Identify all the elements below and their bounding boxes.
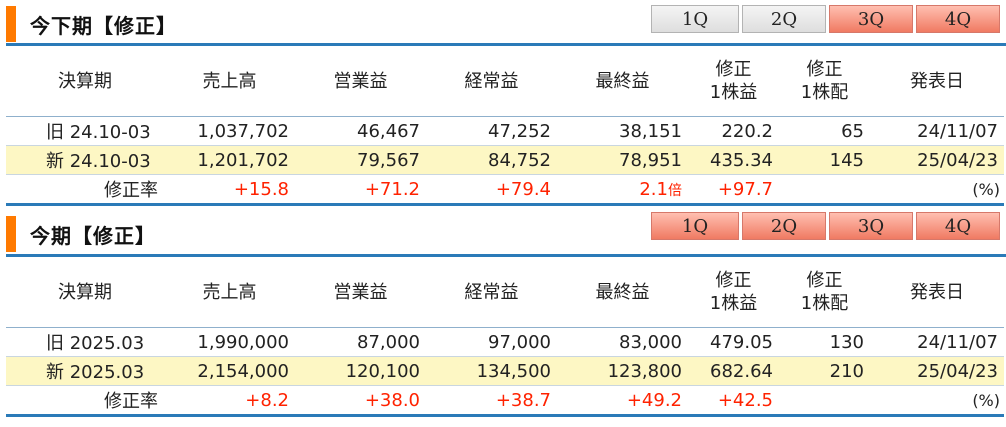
rate-net-profit: +49.2	[557, 385, 688, 417]
tab-1q[interactable]: 1Q	[651, 5, 739, 33]
rate-net-value: 2.1	[639, 178, 668, 200]
col-header-date: 発表日	[910, 70, 964, 92]
col-header-eps: 修正 1株益	[709, 59, 758, 103]
rate-sales: +8.2	[164, 385, 295, 417]
col-header-period: 決算期	[58, 70, 112, 92]
rate-ordinary-profit: +38.7	[426, 385, 557, 417]
rate-dividend-empty	[779, 174, 870, 206]
forecast-table: 決算期 売上高 営業益 経常益 最終益 修正 1株益 修正 1株配 発表日 旧 …	[6, 46, 1004, 206]
section-title: 今下期【修正】	[30, 14, 177, 38]
cell-eps: 479.05	[688, 327, 779, 357]
row-label: 旧 2025.03	[6, 327, 164, 357]
title-accent-bar	[6, 216, 16, 252]
section-header: 今期【修正】 1Q 2Q 3Q 4Q	[0, 204, 1006, 252]
rate-label: 修正率	[6, 385, 164, 417]
cell-net-profit: 83,000	[557, 327, 688, 357]
rate-dividend-empty	[779, 385, 870, 417]
cell-date: 24/11/07	[870, 116, 1004, 146]
section-title: 今期【修正】	[30, 224, 156, 248]
cell-date: 25/04/23	[870, 356, 1004, 386]
col-header-dividend: 修正 1株配	[800, 59, 849, 103]
rate-ordinary-profit: +79.4	[426, 174, 557, 206]
quarter-tabs: 1Q 2Q 3Q 4Q	[651, 5, 1000, 33]
cell-dividend: 130	[779, 327, 870, 357]
forecast-table: 決算期 売上高 営業益 経常益 最終益 修正 1株益 修正 1株配 発表日 旧 …	[6, 257, 1004, 417]
col-header-sales: 売上高	[202, 281, 257, 303]
tab-1q[interactable]: 1Q	[651, 212, 739, 240]
section-current-fiscal-year: 今期【修正】 1Q 2Q 3Q 4Q 決算期 売上高 営業益 経常益 最終益 修…	[0, 204, 1006, 427]
cell-dividend: 210	[779, 356, 870, 386]
cell-operating-profit: 120,100	[295, 356, 426, 386]
cell-net-profit: 38,151	[557, 116, 688, 146]
cell-operating-profit: 87,000	[295, 327, 426, 357]
col-header-net-profit: 最終益	[595, 70, 650, 92]
col-header-date: 発表日	[910, 281, 964, 303]
cell-eps: 435.34	[688, 145, 779, 175]
tab-4q[interactable]: 4Q	[916, 5, 1000, 33]
rate-operating-profit: +38.0	[295, 385, 426, 417]
cell-operating-profit: 79,567	[295, 145, 426, 175]
col-header-net-profit: 最終益	[595, 281, 650, 303]
col-header-operating-profit: 営業益	[333, 281, 388, 303]
section-current-half: 今下期【修正】 1Q 2Q 3Q 4Q 決算期 売上高 営業益 経常益 最終益 …	[0, 0, 1006, 206]
section-header: 今下期【修正】 1Q 2Q 3Q 4Q	[0, 0, 1006, 46]
rate-operating-profit: +71.2	[295, 174, 426, 206]
col-header-eps: 修正 1株益	[709, 270, 758, 314]
quarter-tabs: 1Q 2Q 3Q 4Q	[651, 212, 1000, 240]
cell-ordinary-profit: 47,252	[426, 116, 557, 146]
cell-eps: 220.2	[688, 116, 779, 146]
col-header-ordinary-profit: 経常益	[464, 70, 519, 92]
rate-net-unit: 倍	[668, 182, 682, 199]
col-header-ordinary-profit: 経常益	[464, 281, 519, 303]
cell-date: 24/11/07	[870, 327, 1004, 357]
cell-sales: 2,154,000	[164, 356, 295, 386]
title-accent-bar	[6, 6, 16, 42]
rate-sales: +15.8	[164, 174, 295, 206]
table-row-old: 旧 2025.03 1,990,000 87,000 97,000 83,000…	[6, 327, 1004, 357]
rate-net-value: +49.2	[626, 389, 682, 411]
tab-2q[interactable]: 2Q	[742, 5, 826, 33]
rate-eps: +42.5	[688, 385, 779, 417]
tab-2q[interactable]: 2Q	[742, 212, 826, 240]
row-label: 新 2025.03	[6, 356, 164, 386]
table-header-row: 決算期 売上高 営業益 経常益 最終益 修正 1株益 修正 1株配 発表日	[6, 257, 1004, 328]
cell-net-profit: 123,800	[557, 356, 688, 386]
cell-ordinary-profit: 84,752	[426, 145, 557, 175]
tab-3q[interactable]: 3Q	[829, 212, 913, 240]
table-row-new: 新 24.10-03 1,201,702 79,567 84,752 78,95…	[6, 145, 1004, 175]
col-header-operating-profit: 営業益	[333, 70, 388, 92]
cell-dividend: 145	[779, 145, 870, 175]
cell-ordinary-profit: 97,000	[426, 327, 557, 357]
cell-dividend: 65	[779, 116, 870, 146]
table-row-new: 新 2025.03 2,154,000 120,100 134,500 123,…	[6, 356, 1004, 386]
cell-date: 25/04/23	[870, 145, 1004, 175]
col-header-dividend: 修正 1株配	[800, 270, 849, 314]
rate-unit: (%)	[870, 385, 1004, 417]
cell-sales: 1,201,702	[164, 145, 295, 175]
table-header-row: 決算期 売上高 営業益 経常益 最終益 修正 1株益 修正 1株配 発表日	[6, 46, 1004, 117]
table-row-revision-rate: 修正率 +15.8 +71.2 +79.4 2.1倍 +97.7 (%)	[6, 174, 1004, 206]
cell-eps: 682.64	[688, 356, 779, 386]
cell-net-profit: 78,951	[557, 145, 688, 175]
row-label: 旧 24.10-03	[6, 116, 164, 146]
row-label: 新 24.10-03	[6, 145, 164, 175]
table-row-old: 旧 24.10-03 1,037,702 46,467 47,252 38,15…	[6, 116, 1004, 146]
col-header-sales: 売上高	[202, 70, 257, 92]
rate-label: 修正率	[6, 174, 164, 206]
cell-sales: 1,990,000	[164, 327, 295, 357]
cell-sales: 1,037,702	[164, 116, 295, 146]
tab-4q[interactable]: 4Q	[916, 212, 1000, 240]
cell-operating-profit: 46,467	[295, 116, 426, 146]
rate-net-profit: 2.1倍	[557, 174, 688, 206]
tab-3q[interactable]: 3Q	[829, 5, 913, 33]
table-row-revision-rate: 修正率 +8.2 +38.0 +38.7 +49.2 +42.5 (%)	[6, 385, 1004, 417]
col-header-period: 決算期	[58, 281, 112, 303]
rate-unit: (%)	[870, 174, 1004, 206]
rate-eps: +97.7	[688, 174, 779, 206]
cell-ordinary-profit: 134,500	[426, 356, 557, 386]
